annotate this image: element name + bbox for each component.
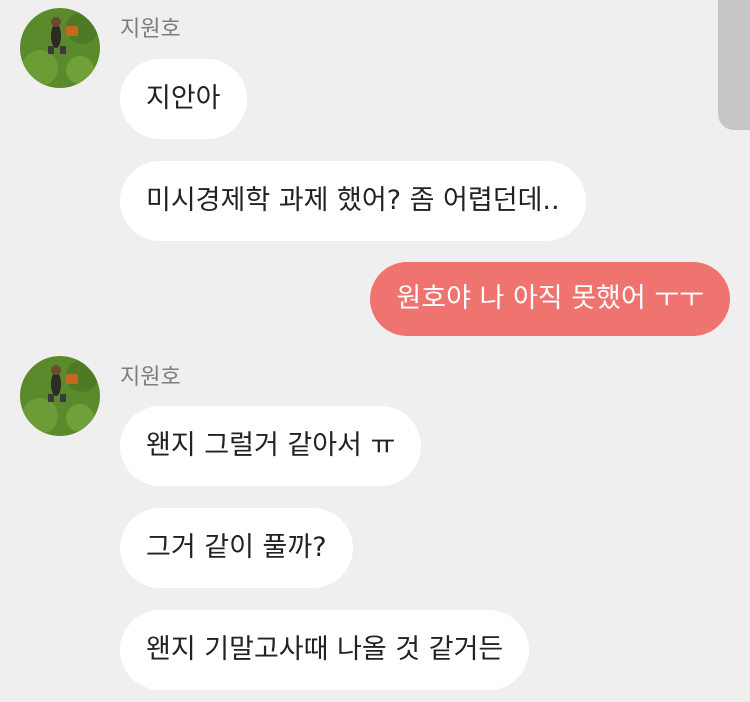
my-message-bubble[interactable]: 원호야 나 아직 못했어 ㅜㅜ [370,262,730,336]
sender-name: 지원호 [120,365,181,390]
avatar-photo-icon [20,356,100,436]
message-bubble[interactable]: 그거 같이 풀까? [120,508,353,588]
message-bubble[interactable]: 왠지 그럴거 같아서 ㅠ [120,406,422,486]
scrollbar-thumb[interactable] [718,0,750,130]
message-bubble[interactable]: 지안아 [120,59,247,139]
message-bubble[interactable]: 왠지 기말고사때 나올 것 같거든 [120,610,530,690]
sender-avatar[interactable] [20,356,100,436]
sender-name: 지원호 [120,17,181,42]
message-bubble[interactable]: 미시경제학 과제 했어? 좀 어렵던데.. [120,161,586,241]
sender-avatar[interactable] [20,8,100,88]
avatar-photo-icon [20,8,100,88]
